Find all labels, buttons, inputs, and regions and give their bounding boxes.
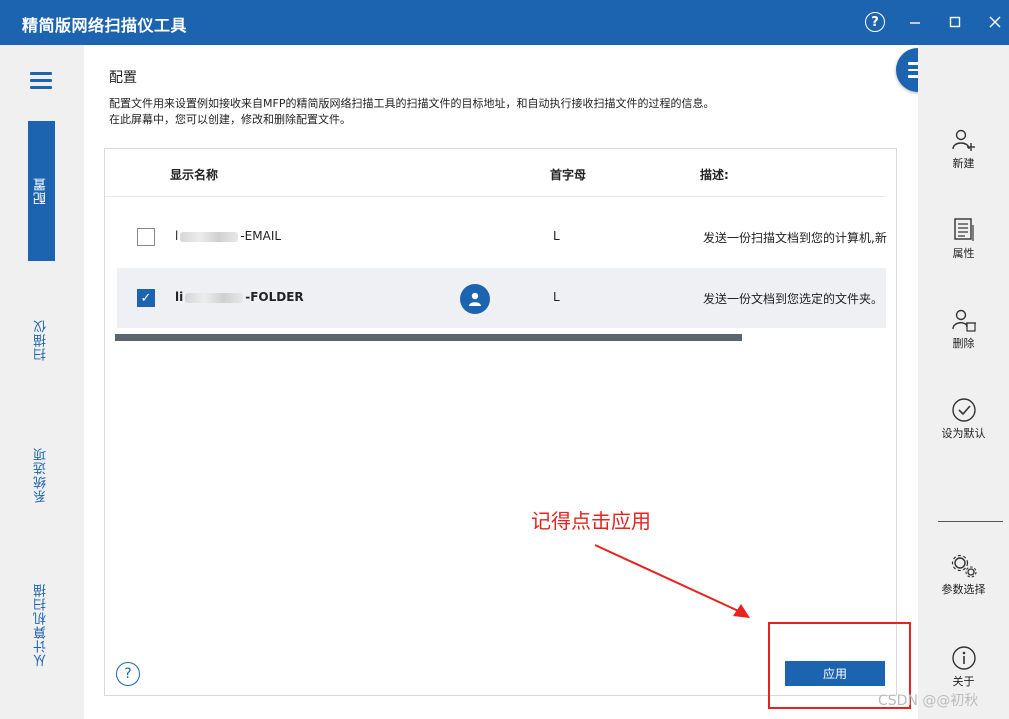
preferences-label: 参数选择 <box>941 583 986 596</box>
column-header-description[interactable]: 描述: <box>700 166 729 183</box>
maximize-icon <box>949 16 961 28</box>
help-icon: ? <box>865 12 885 32</box>
window-title: 精简版网络扫描仪工具 <box>22 16 188 35</box>
about-button[interactable]: 关于 <box>918 645 1009 689</box>
column-header-name[interactable]: 显示名称 <box>170 166 218 183</box>
set-default-button[interactable]: 设为默认 <box>918 397 1009 441</box>
description-line: 配置文件用来设置例如接收来自MFP的精简版网络扫描工具的扫描文件的目标地址，和自… <box>109 97 715 110</box>
nav-tab-system-options[interactable]: 系统选项 <box>28 415 55 535</box>
profile-table: 显示名称 首字母 描述: l -EMAIL L 发送一份扫描文档到您的计算机,新 … <box>104 148 897 696</box>
watermark: CSDN @@初秋 <box>878 693 979 709</box>
horizontal-scrollbar[interactable] <box>115 334 742 341</box>
column-header-initial[interactable]: 首字母 <box>550 166 586 183</box>
question-icon: ? <box>124 666 132 682</box>
redacted-mark <box>180 231 239 242</box>
page-description: 配置文件用来设置例如接收来自MFP的精简版网络扫描工具的扫描文件的目标地址，和自… <box>109 96 714 128</box>
maximize-button[interactable] <box>941 8 969 36</box>
left-nav: 配置 扫描仪 系统选项 从计算机扫描 <box>0 45 84 719</box>
row-checkbox[interactable] <box>137 228 155 246</box>
nav-tab-label: 从计算机扫描 <box>34 583 49 667</box>
page-title: 配置 <box>109 70 137 86</box>
profile-initial: L <box>553 229 560 243</box>
new-label: 新建 <box>952 157 975 170</box>
right-toolbar: 新建 属性 删除 设为默认 参数选择 关于 <box>918 45 1009 719</box>
minimize-button[interactable] <box>901 8 929 36</box>
info-icon <box>951 646 976 670</box>
nav-tab-scan-from-pc[interactable]: 从计算机扫描 <box>28 555 55 695</box>
check-circle-icon <box>951 398 976 422</box>
table-header: 显示名称 首字母 描述: <box>105 149 886 197</box>
profile-name: l -EMAIL <box>175 229 282 243</box>
gears-icon <box>951 554 977 578</box>
delete-label: 删除 <box>952 337 975 350</box>
new-button[interactable]: 新建 <box>918 127 1009 171</box>
table-row-selected[interactable]: ✓ li -FOLDER L 发送一份文档到您选定的文件夹。 <box>117 268 886 328</box>
delete-button[interactable]: 删除 <box>918 307 1009 351</box>
preferences-button[interactable]: 参数选择 <box>918 553 1009 597</box>
set-default-label: 设为默认 <box>941 427 986 440</box>
nav-menu-icon[interactable] <box>30 72 52 93</box>
profile-description: 发送一份扫描文档到您的计算机,新 <box>703 231 887 245</box>
nav-tab-label: 扫描仪 <box>34 319 49 361</box>
annotation-text: 记得点击应用 <box>531 509 651 533</box>
title-bar: 精简版网络扫描仪工具 ? <box>0 0 1009 45</box>
properties-label: 属性 <box>952 247 975 260</box>
nav-tab-label: 系统选项 <box>34 447 49 503</box>
properties-button[interactable]: 属性 <box>918 217 1009 261</box>
minimize-icon <box>910 22 920 24</box>
annotation-arrow <box>594 544 750 618</box>
profile-initial: L <box>553 290 560 304</box>
row-checkbox-checked[interactable]: ✓ <box>137 289 155 307</box>
profile-name: li -FOLDER <box>175 290 304 304</box>
delete-user-icon <box>951 309 976 332</box>
table-row[interactable]: l -EMAIL L 发送一份扫描文档到您的计算机,新 <box>117 207 887 267</box>
close-icon <box>989 16 1001 28</box>
about-label: 关于 <box>952 675 975 688</box>
help-button[interactable]: ? <box>861 8 889 36</box>
profile-description: 发送一份文档到您选定的文件夹。 <box>703 292 884 306</box>
properties-icon <box>953 218 974 241</box>
page-help-button[interactable]: ? <box>116 662 140 686</box>
add-user-icon <box>951 129 975 151</box>
toolbar-divider <box>938 521 1003 522</box>
nav-tab-config[interactable]: 配置 <box>28 121 55 261</box>
nav-tab-label: 配置 <box>34 177 49 205</box>
nav-tab-scanner[interactable]: 扫描仪 <box>28 285 55 395</box>
description-line: 在此屏幕中，您可以创建，修改和删除配置文件。 <box>109 113 351 126</box>
main-panel: 配置 配置文件用来设置例如接收来自MFP的精简版网络扫描工具的扫描文件的目标地址… <box>84 45 918 719</box>
close-button[interactable] <box>981 8 1009 36</box>
default-user-icon <box>460 284 490 314</box>
redacted-mark <box>185 292 244 303</box>
